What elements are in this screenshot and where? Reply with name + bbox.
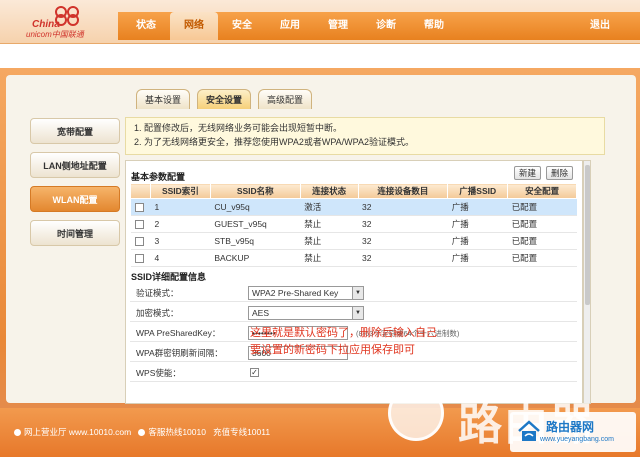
tab-basic-settings[interactable]: 基本设置 (136, 89, 191, 109)
auth-mode-label: 验证模式： (136, 288, 179, 298)
wps-checkbox[interactable]: ✓ (250, 368, 259, 377)
cell-status: 禁止 (300, 215, 359, 233)
encryption-mode-label: 加密模式： (136, 308, 179, 318)
left-menu: 宽带配置 LAN侧地址配置 WLAN配置 时间管理 (30, 118, 120, 254)
cell-index: 3 (150, 232, 211, 250)
dot-icon (138, 429, 146, 436)
chevron-down-icon: ▼ (352, 287, 363, 299)
encryption-mode-row: 加密模式： AES ▼ (130, 304, 577, 322)
basic-section-title: 基本参数配置 (131, 172, 186, 182)
tab-security-settings[interactable]: 安全设置 (197, 89, 252, 109)
wifi-house-icon (518, 420, 540, 441)
cell-devices: 32 (358, 198, 448, 216)
nav-management[interactable]: 管理 (314, 12, 362, 40)
encryption-mode-select[interactable]: AES ▼ (248, 306, 364, 320)
brand-unicom: unicom中国联通 (26, 30, 84, 39)
main-nav: 状态 网络 安全 应用 管理 诊断 帮助 (122, 12, 458, 40)
annotation-line-1: 这里就是默认密码了，删除后输入自己 (250, 327, 437, 339)
psk-label: WPA PreSharedKey： (136, 328, 221, 338)
nav-status[interactable]: 状态 (122, 12, 170, 40)
col-ssid-name: SSID名称 (209, 183, 301, 199)
table-row[interactable]: 4 BACKUP 禁止 32 广播 已配置 (130, 249, 577, 267)
row-checkbox[interactable] (134, 237, 144, 247)
dot-icon (14, 429, 21, 436)
cell-broadcast: 广播 (447, 198, 508, 216)
notice-box: 1. 配置修改后，无线网络业务可能会出现短暂中断。 2. 为了无线网络更安全，推… (125, 117, 605, 155)
content-scrollbar[interactable] (583, 160, 591, 404)
auth-mode-row: 验证模式： WPA2 Pre-Shared Key ▼ (130, 284, 577, 302)
nav-network[interactable]: 网络 (170, 12, 218, 40)
table-row[interactable]: 1 CU_v95q 激活 32 广播 已配置 (130, 198, 577, 216)
nav-application[interactable]: 应用 (266, 12, 314, 40)
cell-index: 1 (150, 198, 211, 216)
table-row[interactable]: 3 STB_v95q 禁止 32 广播 已配置 (130, 232, 577, 250)
table-row[interactable]: 2 GUEST_v95q 禁止 32 广播 已配置 (130, 215, 577, 233)
cell-name: BACKUP (210, 249, 301, 267)
notice-line-2: 2. 为了无线网络更安全，推荐您使用WPA2或者WPA/WPA2验证模式。 (134, 137, 415, 147)
chevron-down-icon: ▼ (352, 307, 363, 319)
cell-status: 禁止 (300, 232, 359, 250)
cell-index: 2 (150, 215, 211, 233)
col-security: 安全配置 (507, 183, 577, 199)
detail-section-title: SSID详细配置信息 (131, 272, 207, 282)
col-broadcast: 广播SSID (447, 183, 509, 199)
cell-status: 禁止 (300, 249, 359, 267)
wps-label: WPS使能： (136, 368, 181, 378)
row-checkbox[interactable] (134, 220, 144, 230)
footer-links: 网上营业厅 www.10010.com 客服热线10010 充值专线10011 (14, 426, 270, 438)
annotation-line-2: 要设置的新密码下拉应用保存即可 (250, 344, 415, 356)
col-devices: 连接设备数目 (357, 183, 449, 199)
col-select (130, 183, 151, 199)
cell-name: GUEST_v95q (210, 215, 301, 233)
top-header: China unicom中国联通 状态 网络 安全 应用 管理 诊断 帮助 退出 (0, 0, 640, 44)
logout-link[interactable]: 退出 (590, 12, 610, 40)
watermark-site-name: 路由器网 (546, 420, 595, 434)
sidebar-item-lan[interactable]: LAN侧地址配置 (30, 152, 120, 178)
unicom-logo: China unicom中国联通 (10, 5, 120, 41)
cell-broadcast: 广播 (447, 215, 508, 233)
encryption-mode-value: AES (252, 308, 270, 318)
watermark-logo (388, 385, 444, 441)
cell-broadcast: 广播 (447, 232, 508, 250)
new-button[interactable]: 新建 (514, 166, 542, 180)
col-ssid-index: SSID索引 (149, 183, 211, 199)
cell-security: 已配置 (507, 215, 577, 233)
watermark-site: 路由器网 www.yueyangbang.com (510, 412, 636, 452)
rekey-label: WPA群密钥刷新间隔： (136, 348, 223, 358)
nav-help[interactable]: 帮助 (410, 12, 458, 40)
footer-hotline: 客服热线10010 (148, 427, 206, 437)
red-annotation: 这里就是默认密码了，删除后输入自己 要设置的新密码下拉应用保存即可 (250, 325, 510, 359)
cell-name: CU_v95q (210, 198, 301, 216)
cell-security: 已配置 (507, 249, 577, 267)
notice-line-1: 1. 配置修改后，无线网络业务可能会出现短暂中断。 (134, 123, 343, 133)
sidebar-item-broadband[interactable]: 宽带配置 (30, 118, 120, 144)
tab-advanced-config[interactable]: 高级配置 (258, 89, 313, 109)
watermark-site-url: www.yueyangbang.com (540, 436, 614, 443)
cell-devices: 32 (358, 232, 448, 250)
col-status: 连接状态 (299, 183, 359, 199)
sidebar-item-wlan[interactable]: WLAN配置 (30, 186, 120, 212)
nav-security[interactable]: 安全 (218, 12, 266, 40)
row-checkbox[interactable] (134, 254, 144, 264)
ssid-table: SSID索引 SSID名称 连接状态 连接设备数目 广播SSID 安全配置 1 … (130, 183, 577, 267)
cell-broadcast: 广播 (447, 249, 508, 267)
footer-recharge: 充值专线10011 (213, 427, 271, 437)
cell-status: 激活 (300, 198, 359, 216)
auth-mode-select[interactable]: WPA2 Pre-Shared Key ▼ (248, 286, 364, 300)
cell-security: 已配置 (507, 232, 577, 250)
row-checkbox[interactable] (134, 203, 144, 213)
cell-devices: 32 (358, 215, 448, 233)
auth-mode-value: WPA2 Pre-Shared Key (252, 288, 339, 298)
cell-index: 4 (150, 249, 211, 267)
nav-diagnosis[interactable]: 诊断 (362, 12, 410, 40)
cell-security: 已配置 (507, 198, 577, 216)
cell-devices: 32 (358, 249, 448, 267)
sidebar-item-time[interactable]: 时间管理 (30, 220, 120, 246)
delete-button[interactable]: 删除 (546, 166, 574, 180)
scrollbar-thumb[interactable] (585, 165, 590, 305)
cell-name: STB_v95q (210, 232, 301, 250)
footer-business-hall[interactable]: 网上营业厅 www.10010.com (24, 427, 131, 437)
wps-row: WPS使能： ✓ (130, 364, 577, 382)
